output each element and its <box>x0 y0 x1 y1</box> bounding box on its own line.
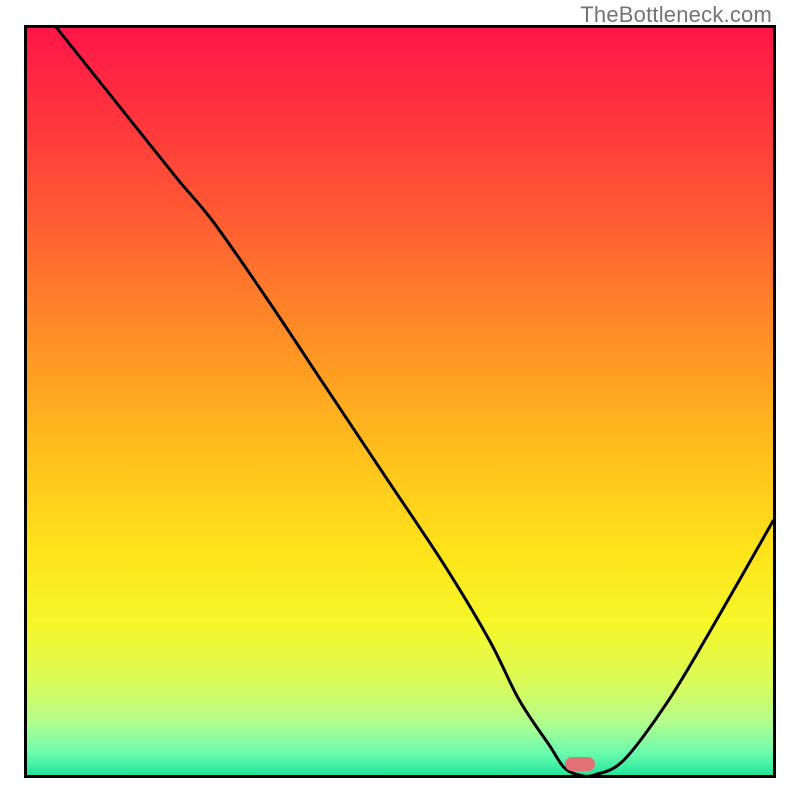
optimal-marker <box>565 757 595 771</box>
chart-container: TheBottleneck.com <box>0 0 800 800</box>
heat-background <box>27 28 773 775</box>
plot-area <box>27 28 773 775</box>
